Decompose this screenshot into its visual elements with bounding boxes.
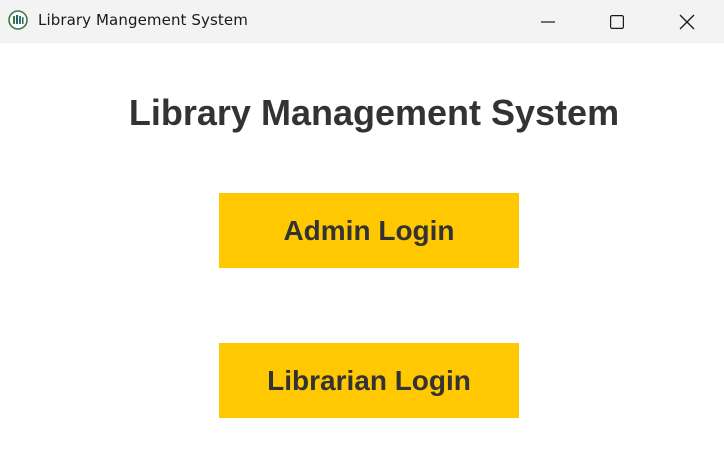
window-title: Library Mangement System [38,11,248,29]
minimize-icon [541,20,555,23]
librarian-login-button[interactable]: Librarian Login [219,343,519,418]
maximize-icon [610,14,624,29]
admin-login-button[interactable]: Admin Login [219,193,519,268]
minimize-button[interactable] [514,0,582,43]
main-content: Library Management System Admin Login Li… [0,43,724,468]
app-window: Library Mangement System Library Managem… [0,0,724,468]
library-app-icon [8,10,28,30]
close-button[interactable] [653,0,721,43]
maximize-button[interactable] [583,0,651,43]
title-bar[interactable]: Library Mangement System [0,0,724,43]
close-icon [679,14,695,29]
page-title: Library Management System [128,92,620,133]
